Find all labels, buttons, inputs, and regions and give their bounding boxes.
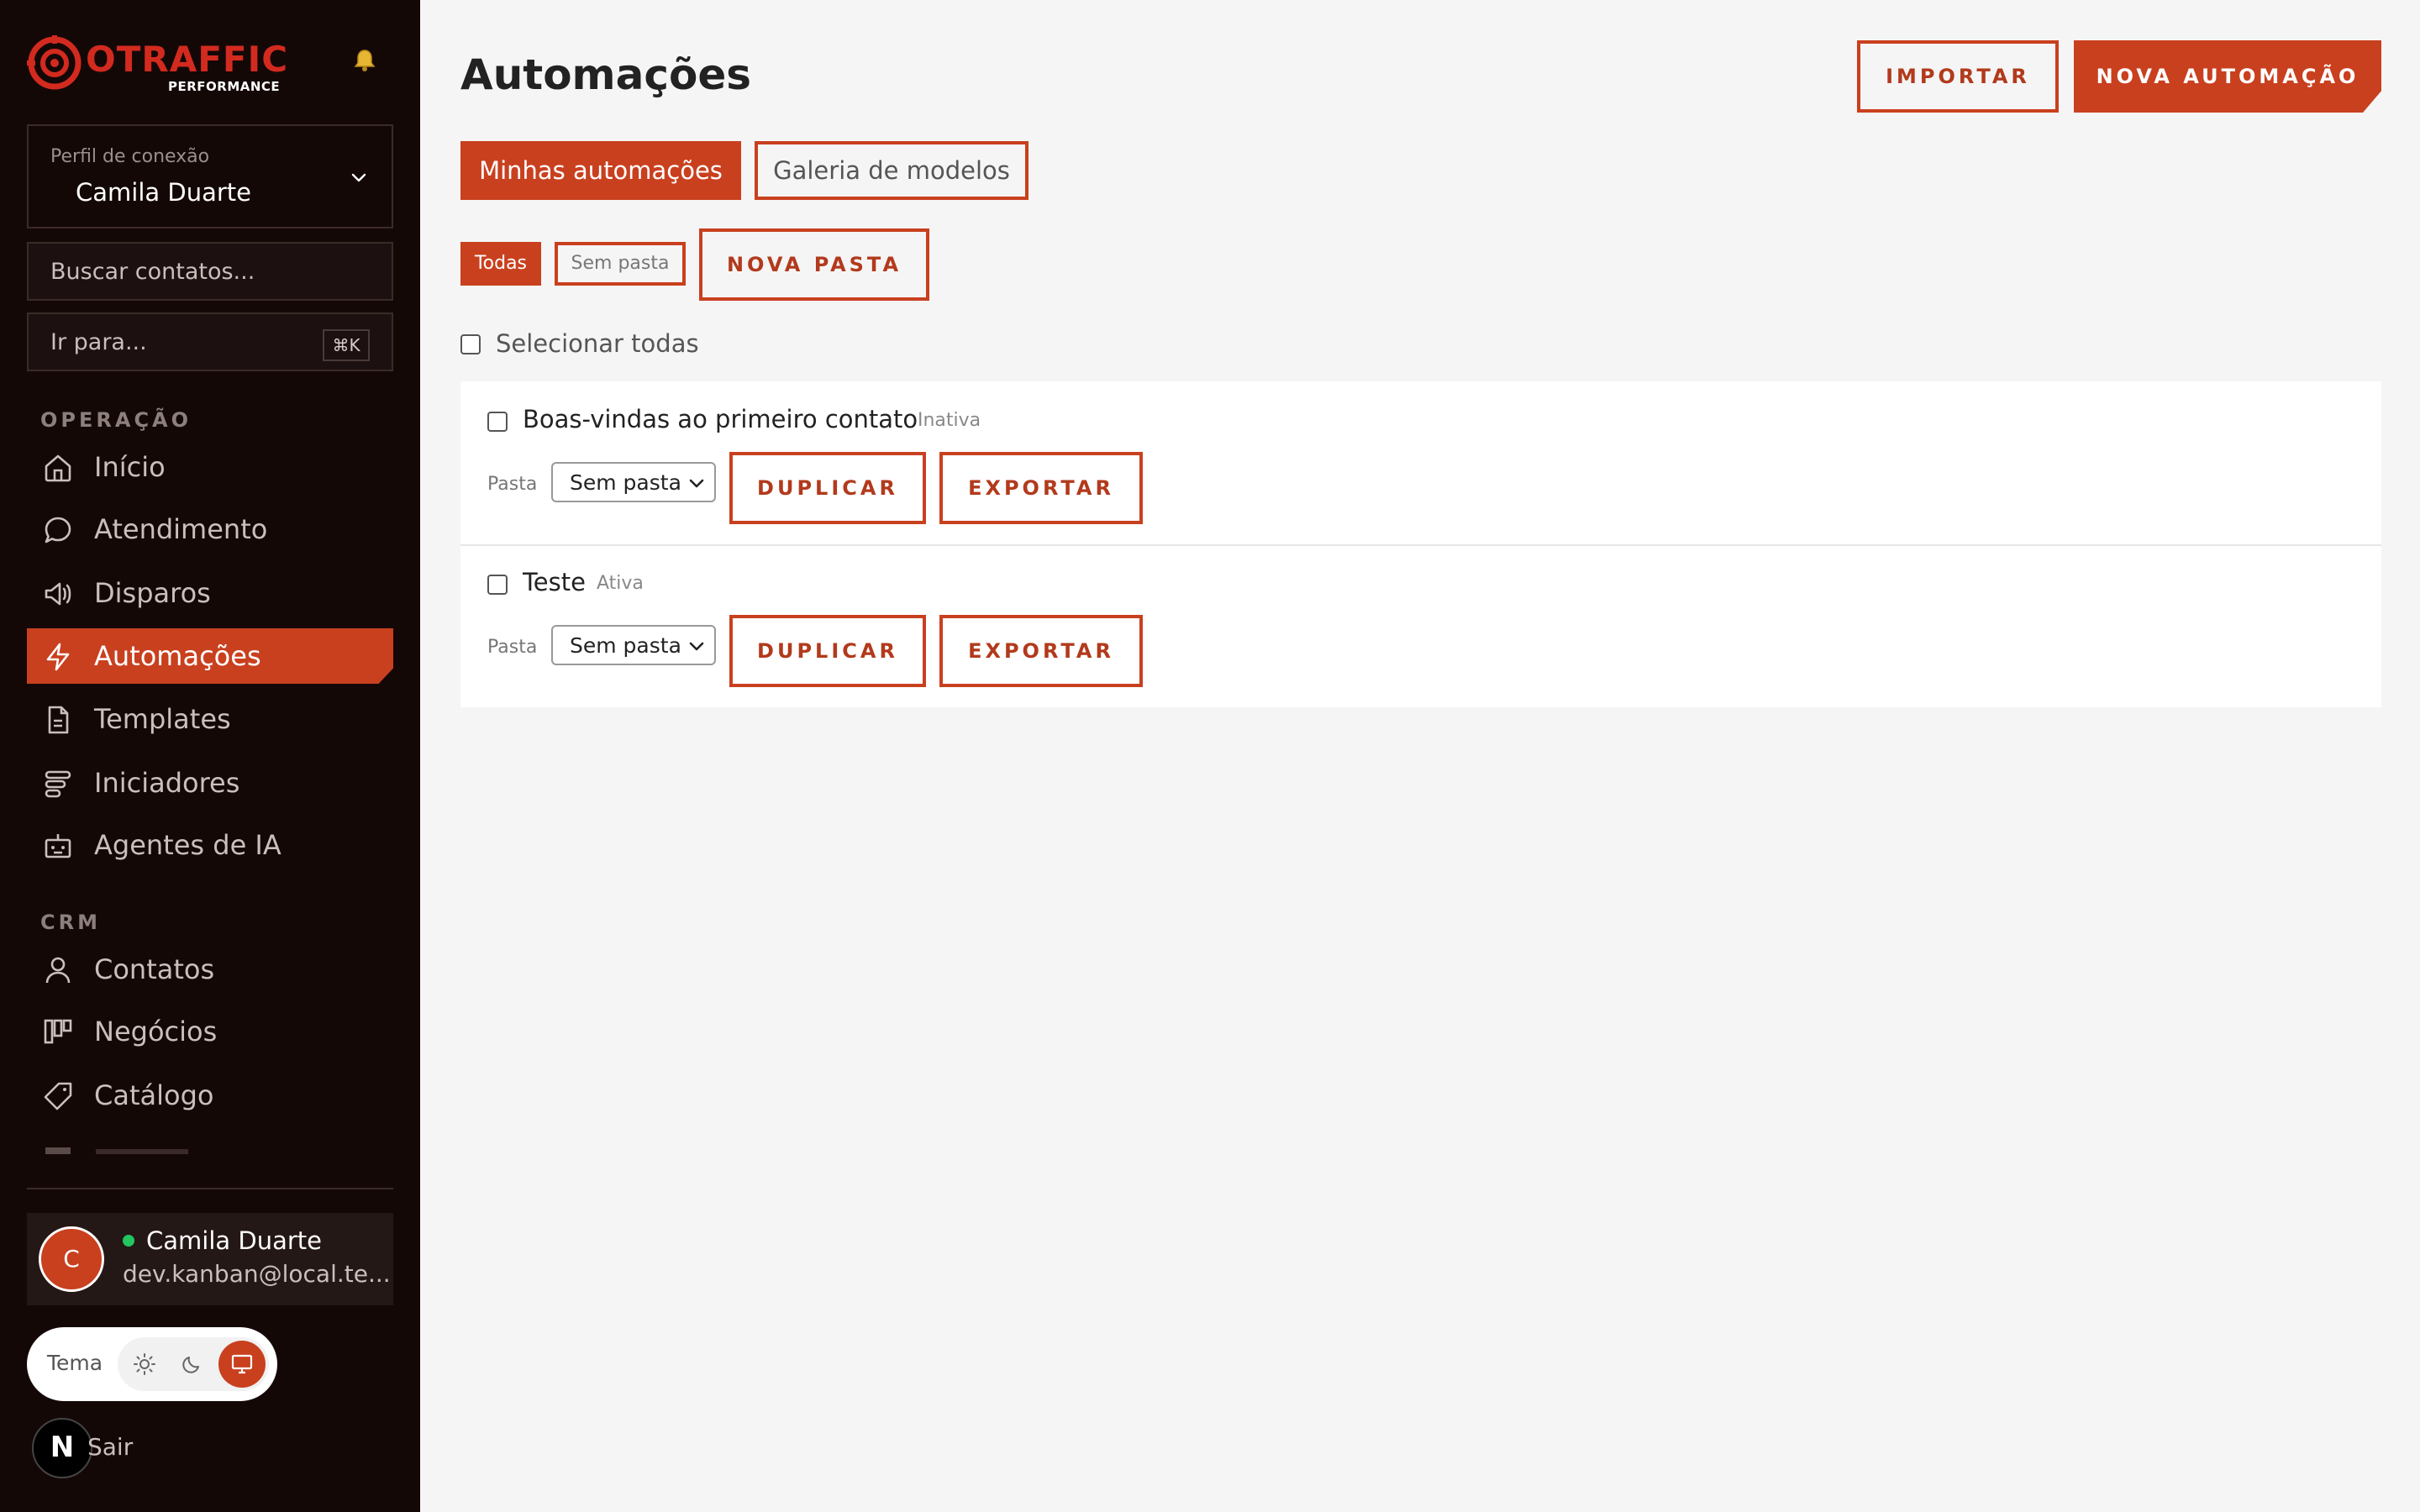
sidebar-item-label: Templates bbox=[94, 703, 231, 735]
sidebar-item-label: Contatos bbox=[94, 953, 215, 985]
theme-light-button[interactable] bbox=[121, 1341, 168, 1388]
folder-select[interactable]: Sem pasta bbox=[551, 462, 716, 502]
file-icon bbox=[48, 706, 69, 734]
automation-row: Teste Ativa Pasta Sem pasta DUPLICAR EXP… bbox=[460, 544, 2381, 707]
sidebar-item-label: Início bbox=[94, 451, 166, 483]
theme-system-button[interactable] bbox=[218, 1341, 266, 1388]
sidebar-item-label: Atendimento bbox=[94, 513, 268, 545]
sidebar-divider bbox=[27, 1188, 393, 1189]
kanban-icon bbox=[44, 1019, 72, 1044]
folder-label: Pasta bbox=[487, 637, 538, 658]
chat-icon bbox=[45, 517, 71, 543]
sidebar-item-atendimento[interactable]: Atendimento bbox=[27, 501, 393, 557]
sidebar-item-label: Automações bbox=[94, 640, 261, 672]
folder-filter-none[interactable]: Sem pasta bbox=[555, 242, 686, 286]
tab-galeria-modelos[interactable]: Galeria de modelos bbox=[755, 141, 1028, 200]
tab-minhas-automacoes[interactable]: Minhas automações bbox=[460, 141, 741, 200]
sidebar-scroll-fade bbox=[27, 1134, 393, 1154]
bot-icon bbox=[45, 834, 71, 858]
new-automation-button[interactable]: NOVA AUTOMAÇÃO bbox=[2074, 40, 2381, 113]
duplicate-button[interactable]: DUPLICAR bbox=[729, 452, 926, 524]
folder-label: Pasta bbox=[487, 474, 538, 495]
status-badge: Ativa bbox=[597, 573, 644, 594]
brand-name: OTRAFFIC bbox=[86, 39, 289, 80]
online-status-dot bbox=[123, 1235, 134, 1247]
folder-select-value: Sem pasta bbox=[570, 470, 681, 495]
user-icon bbox=[45, 957, 71, 984]
chevron-down-icon bbox=[689, 479, 704, 488]
tag-icon bbox=[44, 1082, 72, 1110]
chevron-down-icon bbox=[689, 642, 704, 651]
user-email: dev.kanban@local.te... bbox=[123, 1260, 391, 1288]
sidebar-item-templates[interactable]: Templates bbox=[27, 691, 393, 747]
folder-select[interactable]: Sem pasta bbox=[551, 625, 716, 665]
theme-dark-button[interactable] bbox=[168, 1341, 215, 1388]
sidebar-item-label: Disparos bbox=[94, 577, 211, 609]
user-card[interactable]: C Camila Duarte dev.kanban@local.te... bbox=[27, 1213, 393, 1305]
brand-logo[interactable]: OTRAFFIC PERFORMANCE bbox=[27, 35, 287, 96]
automation-row: Boas-vindas ao primeiro contato Inativa … bbox=[460, 381, 2381, 544]
sun-icon bbox=[134, 1353, 155, 1375]
automation-name[interactable]: Teste bbox=[523, 568, 586, 596]
folder-select-value: Sem pasta bbox=[570, 633, 681, 658]
theme-switcher: Tema bbox=[27, 1327, 277, 1401]
logout-link[interactable]: Sair bbox=[87, 1433, 133, 1461]
goto-command-input[interactable]: Ir para... ⌘K bbox=[27, 312, 393, 371]
sidebar-item-label: Catálogo bbox=[94, 1079, 214, 1111]
megaphone-icon bbox=[45, 582, 71, 606]
moon-icon bbox=[182, 1357, 199, 1373]
user-name: Camila Duarte bbox=[146, 1226, 322, 1255]
export-button[interactable]: EXPORTAR bbox=[939, 615, 1143, 687]
section-title-operacao: OPERAÇÃO bbox=[40, 408, 192, 432]
chevron-down-icon bbox=[351, 173, 366, 182]
target-logo-icon bbox=[27, 35, 82, 90]
automation-checkbox[interactable] bbox=[487, 412, 508, 432]
section-title-crm: CRM bbox=[40, 911, 101, 934]
contact-search-placeholder: Buscar contatos... bbox=[50, 259, 255, 285]
import-button[interactable]: IMPORTAR bbox=[1857, 40, 2059, 113]
brand-subtitle: PERFORMANCE bbox=[168, 79, 281, 94]
automation-list: Boas-vindas ao primeiro contato Inativa … bbox=[460, 381, 2381, 707]
sidebar-item-label: Iniciadores bbox=[94, 767, 240, 799]
folder-filter-all[interactable]: Todas bbox=[460, 242, 541, 286]
status-badge: Inativa bbox=[918, 410, 981, 431]
theme-label: Tema bbox=[47, 1351, 103, 1375]
sidebar-item-label: Negócios bbox=[94, 1016, 218, 1047]
connection-profile-select[interactable]: Perfil de conexão Camila Duarte bbox=[27, 124, 393, 228]
sidebar: OTRAFFIC PERFORMANCE Perfil de conexão C… bbox=[0, 0, 420, 1512]
monitor-icon bbox=[231, 1354, 253, 1374]
avatar: C bbox=[39, 1226, 104, 1292]
theme-options bbox=[118, 1337, 269, 1391]
connection-profile-label: Perfil de conexão bbox=[50, 146, 210, 167]
bolt-icon bbox=[46, 643, 70, 671]
stack-icon bbox=[45, 770, 71, 798]
goto-shortcut-badge: ⌘K bbox=[323, 329, 370, 361]
automation-name[interactable]: Boas-vindas ao primeiro contato bbox=[523, 405, 918, 433]
page-title: Automações bbox=[460, 50, 752, 99]
duplicate-button[interactable]: DUPLICAR bbox=[729, 615, 926, 687]
sidebar-item-disparos[interactable]: Disparos bbox=[27, 565, 393, 621]
new-folder-button[interactable]: NOVA PASTA bbox=[699, 228, 929, 301]
sidebar-item-inicio[interactable]: Início bbox=[27, 439, 393, 495]
sidebar-item-contatos[interactable]: Contatos bbox=[27, 942, 393, 997]
automation-checkbox[interactable] bbox=[487, 575, 508, 595]
sidebar-item-automacoes[interactable]: Automações bbox=[27, 628, 393, 684]
export-button[interactable]: EXPORTAR bbox=[939, 452, 1143, 524]
select-all-checkbox[interactable] bbox=[460, 334, 481, 354]
contact-search-input[interactable]: Buscar contatos... bbox=[27, 242, 393, 301]
home-icon bbox=[45, 454, 71, 482]
dev-tools-badge[interactable]: N bbox=[32, 1418, 92, 1478]
sidebar-item-catalogo[interactable]: Catálogo bbox=[27, 1068, 393, 1123]
goto-placeholder: Ir para... bbox=[50, 329, 147, 355]
select-all-label: Selecionar todas bbox=[496, 329, 699, 358]
bell-icon[interactable] bbox=[351, 47, 378, 74]
sidebar-item-negocios[interactable]: Negócios bbox=[27, 1004, 393, 1059]
sidebar-item-agentes-ia[interactable]: Agentes de IA bbox=[27, 817, 393, 873]
sidebar-item-label: Agentes de IA bbox=[94, 829, 281, 861]
connection-profile-name: Camila Duarte bbox=[76, 178, 251, 207]
sidebar-item-iniciadores[interactable]: Iniciadores bbox=[27, 755, 393, 811]
